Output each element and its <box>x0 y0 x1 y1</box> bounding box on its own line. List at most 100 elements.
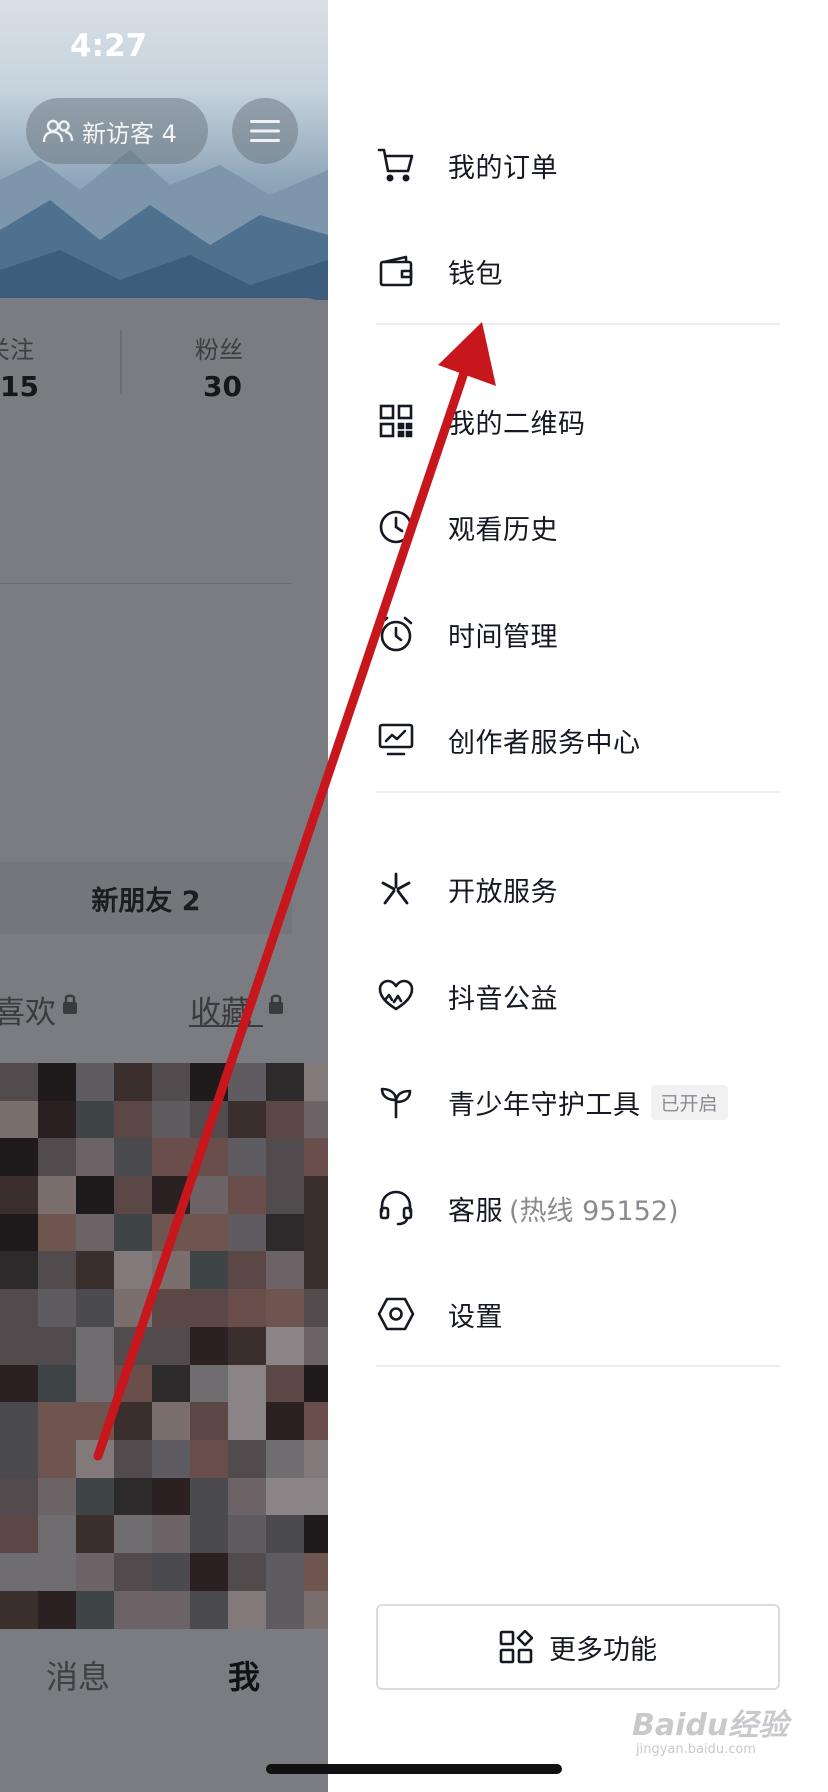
mosaic-tile <box>152 1100 190 1139</box>
mosaic-tile <box>76 1364 114 1403</box>
profile-page-background: 4:27 新访客 4 关注 15 粉丝 30 新朋友 2 喜欢 收藏 <box>0 0 328 1792</box>
nav-messages[interactable]: 消息 <box>46 1652 110 1698</box>
apps-grid-icon <box>499 1630 533 1664</box>
mosaic-tile <box>38 1289 76 1328</box>
mosaic-tile <box>76 1213 114 1252</box>
menu-item-time-management[interactable]: 时间管理 <box>376 598 786 670</box>
mosaic-tile <box>228 1063 266 1101</box>
mosaic-tile <box>0 1289 38 1328</box>
menu-item-charity[interactable]: 抖音公益 <box>376 960 786 1032</box>
mosaic-tile <box>114 1477 152 1516</box>
mosaic-tile <box>114 1289 152 1328</box>
more-features-button[interactable]: 更多功能 <box>376 1604 780 1690</box>
history-clock-icon <box>376 507 416 547</box>
mosaic-tile <box>76 1289 114 1328</box>
mosaic-tile <box>228 1439 266 1478</box>
following-label: 关注 <box>0 336 34 364</box>
mosaic-tile <box>0 1477 38 1516</box>
mosaic-tile <box>114 1515 152 1554</box>
mosaic-tile <box>304 1176 328 1215</box>
menu-item-label: 抖音公益 <box>448 983 558 1015</box>
mosaic-tile <box>114 1590 152 1629</box>
menu-item-label: 设置 <box>448 1301 503 1333</box>
mosaic-tile <box>190 1477 228 1516</box>
mosaic-tile <box>190 1439 228 1478</box>
settings-hex-icon <box>376 1294 416 1334</box>
hamburger-menu-button[interactable] <box>232 98 298 164</box>
mosaic-tile <box>114 1063 152 1101</box>
mosaic-tile <box>266 1251 304 1290</box>
mosaic-tile <box>152 1213 190 1252</box>
side-drawer-menu: 我的订单 钱包 我的二维码 观看历史 时间管理 创作者服务中心 开放服务 抖音公… <box>328 0 828 1792</box>
mosaic-tile <box>0 1063 38 1101</box>
mosaic-tile <box>304 1515 328 1554</box>
mosaic-tile <box>304 1439 328 1478</box>
mosaic-tile <box>76 1402 114 1441</box>
mosaic-tile <box>152 1138 190 1177</box>
menu-item-orders[interactable]: 我的订单 <box>376 129 786 201</box>
mosaic-tile <box>228 1176 266 1215</box>
menu-icon <box>250 120 280 142</box>
tab-likes[interactable]: 喜欢 <box>0 987 56 1032</box>
menu-item-creator-center[interactable]: 创作者服务中心 <box>376 704 786 776</box>
mosaic-tile <box>76 1552 114 1591</box>
menu-item-history[interactable]: 观看历史 <box>376 491 786 563</box>
mosaic-tile <box>38 1063 76 1101</box>
mosaic-tile <box>228 1590 266 1629</box>
mosaic-tile <box>152 1590 190 1629</box>
mosaic-tile <box>190 1100 228 1139</box>
mosaic-tile <box>114 1251 152 1290</box>
mosaic-tile <box>190 1213 228 1252</box>
mosaic-tile <box>38 1515 76 1554</box>
charity-heart-icon <box>376 976 416 1016</box>
menu-item-open-service[interactable]: 开放服务 <box>376 853 786 925</box>
following-count[interactable]: 15 <box>0 370 39 403</box>
mosaic-tile <box>38 1364 76 1403</box>
menu-item-customer-service[interactable]: 客服 (热线 95152) <box>376 1172 786 1244</box>
mosaic-tile <box>76 1515 114 1554</box>
mosaic-tile <box>152 1552 190 1591</box>
wallet-icon <box>376 251 416 291</box>
nav-me[interactable]: 我 <box>228 1652 260 1698</box>
mosaic-tile <box>0 1590 38 1629</box>
mosaic-tile <box>266 1326 304 1365</box>
mosaic-tile <box>0 1439 38 1478</box>
mosaic-tile <box>228 1251 266 1290</box>
mosaic-tile <box>0 1364 38 1403</box>
menu-divider <box>376 1365 780 1367</box>
mosaic-tile <box>266 1439 304 1478</box>
followers-count[interactable]: 30 <box>203 370 242 403</box>
mosaic-tile <box>114 1439 152 1478</box>
mosaic-tile <box>266 1552 304 1591</box>
mosaic-tile <box>38 1552 76 1591</box>
menu-divider <box>376 323 780 325</box>
mosaic-tile <box>228 1552 266 1591</box>
home-indicator[interactable] <box>266 1764 562 1774</box>
mosaic-tile <box>114 1213 152 1252</box>
mosaic-tile <box>38 1176 76 1215</box>
mosaic-tile <box>76 1063 114 1101</box>
menu-item-wallet[interactable]: 钱包 <box>376 235 786 307</box>
menu-item-youth-protection[interactable]: 青少年守护工具 已开启 <box>376 1066 786 1138</box>
new-friends-button[interactable]: 新朋友 2 <box>0 862 292 934</box>
mosaic-tile <box>38 1100 76 1139</box>
mosaic-tile <box>38 1251 76 1290</box>
menu-item-label: 钱包 <box>448 258 503 290</box>
menu-item-label: 创作者服务中心 <box>448 727 641 759</box>
new-visitor-button[interactable]: 新访客 4 <box>26 98 208 164</box>
mosaic-tile <box>152 1477 190 1516</box>
pixelated-video-thumbnails[interactable] <box>0 1063 328 1629</box>
headset-icon <box>376 1188 416 1228</box>
status-time: 4:27 <box>70 28 148 64</box>
mosaic-tile <box>38 1138 76 1177</box>
mosaic-tile <box>152 1439 190 1478</box>
mosaic-tile <box>76 1176 114 1215</box>
menu-item-label: 青少年守护工具 <box>448 1089 641 1121</box>
mosaic-tile <box>304 1477 328 1516</box>
menu-item-settings[interactable]: 设置 <box>376 1278 786 1350</box>
menu-item-qrcode[interactable]: 我的二维码 <box>376 385 786 457</box>
watermark-url: jingyan.baidu.com <box>636 1742 756 1757</box>
menu-divider <box>376 791 780 793</box>
mosaic-tile <box>76 1439 114 1478</box>
menu-item-label: 时间管理 <box>448 621 558 653</box>
